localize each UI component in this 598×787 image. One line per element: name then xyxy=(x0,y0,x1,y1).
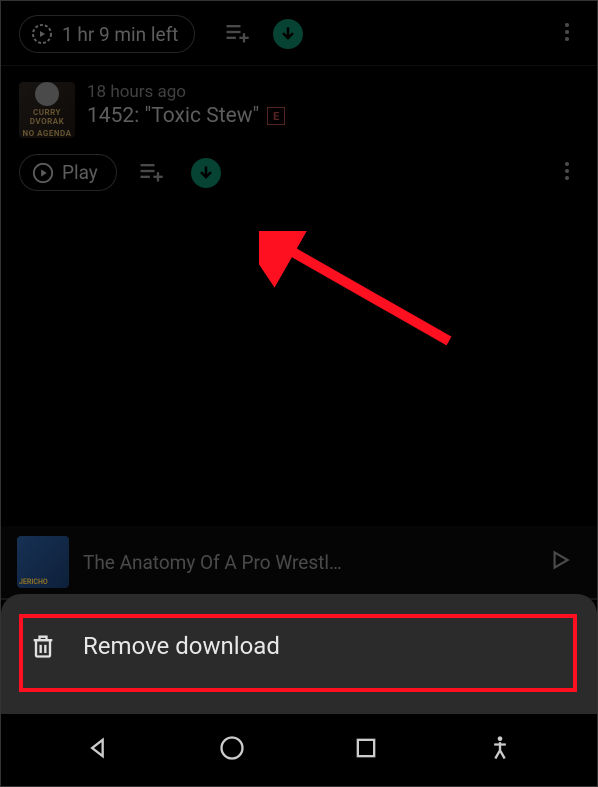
playlist-add-icon xyxy=(137,157,165,185)
circle-icon xyxy=(218,734,246,762)
more-vertical-icon xyxy=(555,20,579,44)
more-menu-button[interactable] xyxy=(555,20,579,48)
system-nav-bar xyxy=(1,714,597,786)
downloaded-badge[interactable] xyxy=(273,19,303,49)
remove-download-label: Remove download xyxy=(83,632,280,660)
add-to-queue-button[interactable] xyxy=(223,18,251,50)
episode-actions: Play xyxy=(1,142,597,203)
play-progress-icon xyxy=(30,22,54,46)
add-to-queue-button-2[interactable] xyxy=(137,157,165,189)
remove-download-item[interactable]: Remove download xyxy=(1,622,597,670)
episode-top-actions: 1 hr 9 min left xyxy=(1,1,597,65)
divider xyxy=(1,65,597,66)
playlist-add-icon xyxy=(223,18,251,46)
now-playing-title: The Anatomy Of A Pro Wrestl… xyxy=(83,551,525,574)
episode-title-row: 1452: "Toxic Stew" E xyxy=(87,104,579,128)
artwork-bottom-text: NO AGENDA xyxy=(22,129,71,138)
more-vertical-icon xyxy=(555,159,579,183)
time-left-label: 1 hr 9 min left xyxy=(62,23,178,46)
nav-accessibility-button[interactable] xyxy=(486,734,514,766)
accessibility-icon xyxy=(486,734,514,762)
artwork-top-text: CURRY DVORAK xyxy=(19,108,75,126)
bottom-sheet: Remove download xyxy=(1,594,597,714)
resume-time-pill[interactable]: 1 hr 9 min left xyxy=(19,15,195,53)
play-label: Play xyxy=(62,161,98,184)
back-triangle-icon xyxy=(84,734,112,762)
downloaded-badge-2[interactable] xyxy=(191,158,221,188)
trash-icon xyxy=(29,632,57,660)
more-menu-button-2[interactable] xyxy=(555,159,579,187)
now-playing-bar[interactable]: The Anatomy Of A Pro Wrestl… xyxy=(1,526,597,598)
play-button[interactable]: Play xyxy=(19,154,117,191)
annotation-arrow xyxy=(259,231,469,361)
explicit-badge: E xyxy=(267,107,285,125)
episode-title: 1452: "Toxic Stew" xyxy=(87,104,259,128)
now-playing-artwork xyxy=(17,536,69,588)
nav-home-button[interactable] xyxy=(218,734,246,766)
episode-artwork: CURRY DVORAK NO AGENDA xyxy=(19,82,75,138)
play-circle-icon xyxy=(32,162,54,184)
download-arrow-icon xyxy=(196,163,216,183)
nav-recents-button[interactable] xyxy=(352,734,380,766)
download-arrow-icon xyxy=(278,24,298,44)
nav-back-button[interactable] xyxy=(84,734,112,766)
episode-timestamp: 18 hours ago xyxy=(87,82,579,102)
episode-info[interactable]: CURRY DVORAK NO AGENDA 18 hours ago 1452… xyxy=(1,74,597,142)
now-playing-play-button[interactable] xyxy=(539,547,581,577)
square-icon xyxy=(352,734,380,762)
play-icon xyxy=(547,547,573,573)
